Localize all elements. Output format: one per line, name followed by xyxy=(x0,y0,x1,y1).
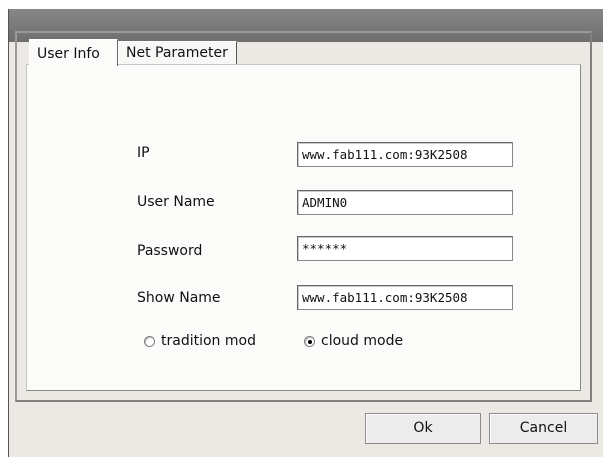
user-name-label: User Name xyxy=(137,194,215,210)
ip-field[interactable]: www.fab111.com:93K2508 xyxy=(297,142,513,167)
tab-net-parameter-label: Net Parameter xyxy=(126,45,228,61)
tradition-mod-radio[interactable]: tradition mod xyxy=(144,333,256,349)
show-name-label: Show Name xyxy=(137,290,221,306)
ok-button[interactable]: Ok xyxy=(365,413,481,444)
show-name-field[interactable]: www.fab111.com:93K2508 xyxy=(297,285,513,310)
cloud-mode-label: cloud mode xyxy=(321,333,404,349)
tab-user-info[interactable]: User Info xyxy=(29,39,118,66)
tab-net-parameter[interactable]: Net Parameter xyxy=(118,41,237,64)
radio-checked-icon xyxy=(304,335,315,347)
password-field[interactable]: ****** xyxy=(297,236,513,261)
radio-unchecked-icon xyxy=(144,335,155,347)
password-label: Password xyxy=(137,243,203,259)
cancel-button[interactable]: Cancel xyxy=(489,413,598,444)
tradition-mod-label: tradition mod xyxy=(161,333,256,349)
user-name-field[interactable]: ADMIN0 xyxy=(297,190,513,215)
tab-user-info-label: User Info xyxy=(37,46,100,62)
cloud-mode-radio[interactable]: cloud mode xyxy=(304,333,403,349)
ip-label: IP xyxy=(137,145,150,161)
